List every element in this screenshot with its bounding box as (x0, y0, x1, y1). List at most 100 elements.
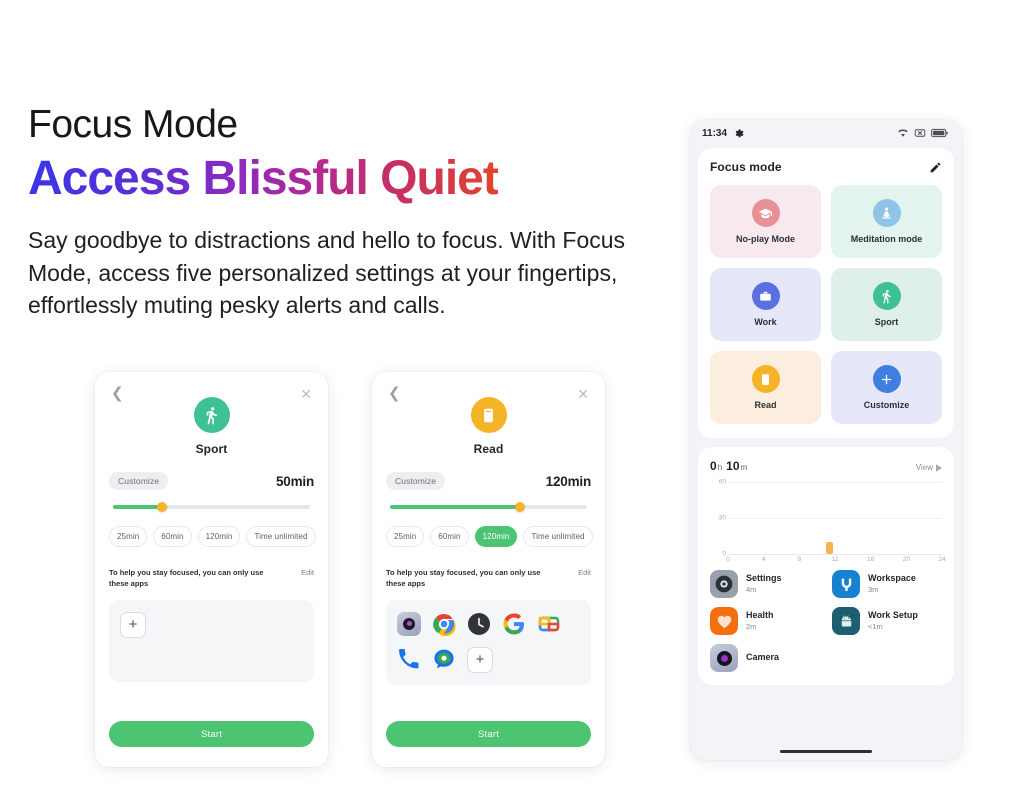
eyebrow-title: Focus Mode (28, 103, 238, 146)
app-usage-row[interactable]: Settings 4m (710, 570, 820, 598)
mode-header: Read (386, 397, 591, 456)
stat-hours: 0 (710, 459, 717, 473)
add-app-button[interactable]: + (467, 646, 493, 673)
duration-slider[interactable] (390, 502, 587, 512)
focus-mode-card-sport[interactable]: Sport (831, 268, 942, 341)
pencil-icon[interactable] (929, 161, 942, 174)
slider-fill (113, 505, 163, 509)
view-link[interactable]: View (916, 463, 942, 472)
chart-x-axis: 0 4 8 12 16 20 24 (726, 554, 946, 566)
duration-pill-120min[interactable]: 120min (474, 526, 518, 547)
chart-plot-area (728, 482, 942, 555)
focus-mode-card-work[interactable]: Work (710, 268, 821, 341)
duration-slider[interactable] (113, 502, 310, 512)
duration-pill-25min[interactable]: 25min (109, 526, 148, 547)
slider-thumb[interactable] (157, 502, 168, 512)
allowed-apps-panel: + (109, 599, 314, 682)
panel-header: Focus mode (710, 160, 942, 174)
chart-x-tick: 24 (938, 556, 946, 563)
edit-link[interactable]: Edit (578, 567, 591, 577)
sport-mock-screen: ❮ ✕ Sport Customize 50min 25min 60min 120m… (95, 372, 328, 767)
messages-icon[interactable] (432, 647, 456, 671)
allowed-apps-note-row: To help you stay focused, you can only u… (386, 567, 591, 590)
duration-value: 50min (275, 473, 314, 489)
app-usage-row[interactable]: Workspace 3m (832, 570, 942, 598)
app-usage-row[interactable]: Camera (710, 644, 820, 672)
stat-minutes: 10 (726, 459, 740, 473)
app-name: Health (746, 610, 774, 621)
allowed-apps-note: To help you stay focused, you can only u… (109, 568, 264, 589)
close-icon[interactable]: ✕ (300, 387, 312, 401)
customize-chip[interactable]: Customize (386, 472, 446, 490)
total-focus-time: 0h 10m (710, 459, 751, 473)
focus-mode-card-read[interactable]: Read (710, 351, 821, 424)
app-duration: <1m (868, 621, 883, 631)
status-right (897, 128, 948, 138)
slider-thumb[interactable] (515, 502, 526, 512)
status-bar: 11:34 (690, 120, 962, 146)
settings-icon (710, 570, 738, 598)
close-icon[interactable]: ✕ (577, 387, 589, 401)
chart-gridline (728, 482, 942, 483)
wifi-icon (898, 129, 908, 137)
customize-chip[interactable]: Customize (109, 472, 169, 490)
app-duration: 3m (868, 584, 879, 594)
android-work-icon (832, 607, 860, 635)
focus-mode-card-no-play-mode[interactable]: No-play Mode (710, 185, 821, 258)
graduation-cap-icon (751, 199, 780, 227)
app-usage-row[interactable]: Work Setup <1m (832, 607, 942, 635)
duration-pill-time-unlimited[interactable]: Time unlimited (523, 526, 593, 547)
chevron-right-icon (936, 463, 942, 472)
edit-link[interactable]: Edit (301, 567, 314, 577)
duration-pill-25min[interactable]: 25min (386, 526, 425, 547)
photos-icon[interactable] (537, 612, 561, 636)
duration-pill-60min[interactable]: 60min (430, 526, 469, 547)
mode-header: Sport (109, 397, 314, 456)
focus-mode-grid: No-play Mode Meditation mode Work Sport Read… (710, 185, 942, 424)
duration-pill-120min[interactable]: 120min (197, 526, 241, 547)
app-usage-text: Work Setup <1m (868, 610, 918, 631)
clock-icon[interactable] (467, 612, 491, 636)
start-button[interactable]: Start (109, 721, 314, 747)
focus-mode-label: Sport (874, 317, 899, 327)
duration-pill-60min[interactable]: 60min (153, 526, 192, 547)
page-title: Access Blissful Quiet (28, 152, 499, 206)
read-mock-screen: ❮ ✕ Read Customize 120min 25min 60min 120m… (372, 372, 605, 767)
google-icon[interactable] (502, 612, 526, 636)
phone-icon[interactable] (397, 647, 421, 671)
duration-pill-time-unlimited[interactable]: Time unlimited (246, 526, 316, 547)
focus-mode-label: Meditation mode (850, 234, 923, 244)
camera-icon[interactable] (397, 611, 421, 636)
chevron-left-icon[interactable]: ❮ (388, 386, 401, 401)
meditation-icon (872, 199, 901, 227)
gear-icon (735, 128, 744, 137)
chevron-left-icon[interactable]: ❮ (111, 386, 124, 401)
chrome-icon[interactable] (432, 612, 456, 636)
add-app-button[interactable]: + (120, 611, 146, 638)
focus-mode-label: Work (754, 317, 777, 327)
workspace-icon (832, 570, 860, 598)
focus-mode-card-meditation-mode[interactable]: Meditation mode (831, 185, 942, 258)
start-button[interactable]: Start (386, 721, 591, 747)
chart-x-tick: 0 (726, 556, 730, 563)
duration-preset-row: 25min 60min 120min Time unlimited (109, 526, 316, 547)
duration-row: Customize 120min (386, 472, 591, 490)
focus-mode-label: Read (754, 400, 777, 410)
book-icon (751, 365, 780, 393)
focus-mode-card-customize[interactable]: Customize (831, 351, 942, 424)
chart-x-tick: 16 (867, 556, 875, 563)
home-indicator (780, 750, 872, 753)
app-name: Work Setup (868, 610, 918, 621)
page-root: Focus Mode Access Blissful Quiet Say goo… (0, 0, 1024, 795)
app-usage-text: Settings 4m (746, 573, 782, 594)
camera-icon (710, 644, 738, 672)
view-label: View (915, 463, 933, 472)
usage-chart: 0 30 60 0 4 8 12 16 20 24 (710, 479, 946, 566)
app-usage-text: Workspace 3m (868, 573, 916, 594)
duration-preset-row: 25min 60min 120min Time unlimited (386, 526, 593, 547)
usage-stats-panel: 0h 10m View 0 30 60 0 4 8 12 16 20 24 Settings 4m W… (698, 447, 954, 685)
allowed-apps-panel: + (386, 599, 591, 685)
mute-box-icon (914, 129, 926, 137)
marketing-copy: Focus Mode Access Blissful Quiet Say goo… (28, 103, 668, 322)
app-usage-row[interactable]: Health 2m (710, 607, 820, 635)
